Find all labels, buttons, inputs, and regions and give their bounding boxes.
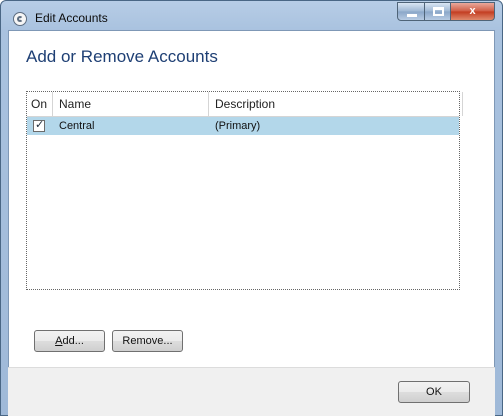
- minimize-button[interactable]: [397, 2, 425, 21]
- page-title: Add or Remove Accounts: [26, 47, 218, 66]
- add-button[interactable]: Add...: [34, 330, 105, 352]
- checkmark-icon: ✓: [35, 119, 45, 131]
- minimize-icon: [407, 14, 417, 17]
- column-header-name[interactable]: Name: [53, 92, 209, 116]
- account-enabled-checkbox[interactable]: ✓: [33, 119, 45, 132]
- accounts-list[interactable]: On Name Description ✓ Central (Primary): [26, 91, 463, 290]
- remove-button[interactable]: Remove...: [112, 330, 183, 352]
- ok-button[interactable]: OK: [398, 381, 470, 403]
- account-name: Central: [59, 120, 95, 132]
- maximize-icon: [433, 7, 444, 16]
- column-header-description[interactable]: Description: [209, 92, 463, 116]
- maximize-button[interactable]: [424, 2, 451, 21]
- add-button-label: dd...: [62, 335, 84, 347]
- window-title: Edit Accounts: [35, 11, 108, 25]
- table-row[interactable]: ✓ Central (Primary): [27, 117, 459, 135]
- close-icon: x: [469, 5, 476, 17]
- app-icon: [13, 12, 27, 26]
- column-header-on[interactable]: On: [27, 92, 53, 116]
- close-button[interactable]: x: [450, 2, 495, 21]
- account-description: (Primary): [215, 120, 261, 132]
- list-header: On Name Description: [27, 92, 463, 117]
